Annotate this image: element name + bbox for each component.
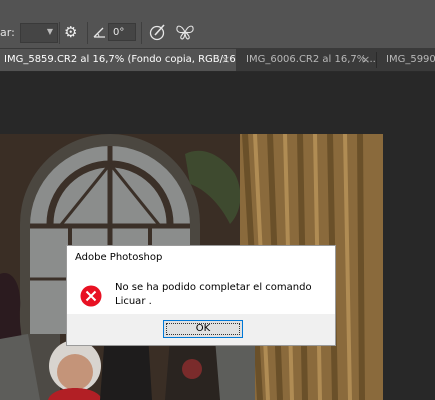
separator: [59, 22, 60, 44]
ok-button[interactable]: OK: [163, 320, 243, 338]
dialog-title: Adobe Photoshop: [75, 252, 163, 263]
separator: [87, 22, 88, 44]
tab-label: IMG_5990.(: [386, 54, 435, 65]
tab-img-5990[interactable]: IMG_5990.(: [377, 49, 435, 71]
document-canvas[interactable]: [0, 72, 435, 400]
error-icon: [80, 285, 102, 307]
tab-label: IMG_5859.CR2 al 16,7% (Fondo copia, RGB/…: [4, 54, 236, 65]
dialog-message: No se ha podido completar el comando Lic…: [115, 282, 312, 307]
tab-label: IMG_6006.CR2 al 16,7%...: [246, 54, 376, 65]
tab-img-5859[interactable]: IMG_5859.CR2 al 16,7% (Fondo copia, RGB/…: [0, 49, 236, 71]
butterfly-icon[interactable]: [174, 22, 196, 42]
chevron-down-icon[interactable]: ▼: [44, 23, 56, 41]
separator: [141, 22, 142, 44]
angle-field[interactable]: 0°: [108, 23, 136, 41]
close-icon[interactable]: ×: [221, 49, 230, 71]
dialog-titlebar[interactable]: Adobe Photoshop: [67, 246, 335, 270]
options-bar: ar: ▼ ⚙ 0°: [0, 0, 435, 49]
gear-icon[interactable]: ⚙: [64, 22, 84, 42]
document-tab-bar: IMG_5859.CR2 al 16,7% (Fondo copia, RGB/…: [0, 49, 435, 72]
options-label: ar:: [0, 26, 15, 39]
ok-label: OK: [195, 323, 211, 334]
tab-img-6006[interactable]: IMG_6006.CR2 al 16,7%... ×: [236, 49, 376, 71]
dialog-footer: OK: [67, 314, 335, 345]
brush-pressure-icon[interactable]: [148, 22, 168, 42]
angle-icon: [93, 27, 105, 38]
error-dialog: Adobe Photoshop No se ha podido completa…: [66, 245, 336, 346]
close-icon[interactable]: ×: [361, 49, 370, 71]
